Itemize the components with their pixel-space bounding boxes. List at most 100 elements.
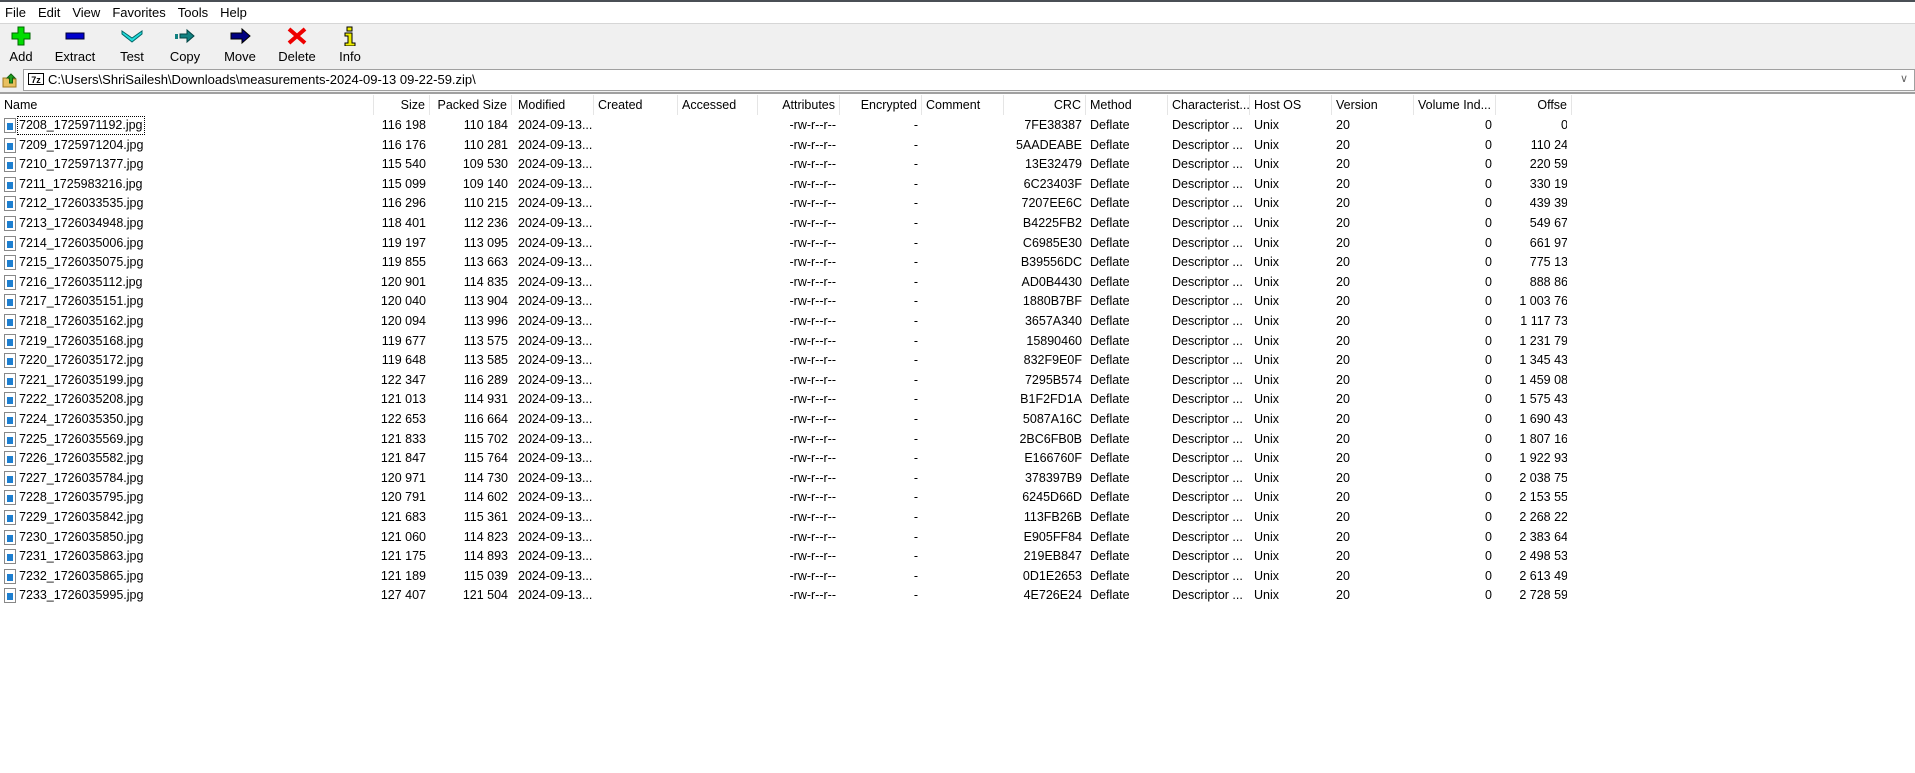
host-os-cell: Unix: [1254, 294, 1280, 309]
file-name: 7232_1726035865.jpg: [19, 568, 144, 583]
modified-cell: 2024-09-13...: [518, 529, 593, 544]
menu-tools[interactable]: Tools: [173, 2, 215, 23]
crc-cell: E166760F: [1024, 451, 1082, 466]
volume-index-cell: 0: [1485, 314, 1492, 328]
menu-file[interactable]: File: [0, 2, 33, 23]
file-row[interactable]: 7225_1726035569.jpg 121 833 115 702 2024-09…: [0, 430, 1567, 450]
size-cell: 121 013: [380, 392, 426, 407]
column-header-modified[interactable]: Modified: [514, 95, 594, 115]
characteristics-cell: Descriptor ...: [1172, 412, 1243, 426]
version-cell: 20: [1336, 372, 1350, 387]
packed-size-cell: 112 236: [463, 216, 508, 230]
delete-button[interactable]: Delete: [268, 24, 326, 68]
crc-cell: 6C23403F: [1023, 176, 1082, 191]
file-row[interactable]: 7220_1726035172.jpg 119 648 113 585 2024-09…: [0, 351, 1567, 371]
file-row[interactable]: 7209_1725971204.jpg 116 176 110 281 2024-09…: [0, 136, 1567, 156]
file-row[interactable]: 7219_1726035168.jpg 119 677 113 575 2024-09…: [0, 332, 1567, 352]
column-header-volume-ind[interactable]: Volume Ind...: [1414, 95, 1496, 115]
file-row[interactable]: 7214_1726035006.jpg 119 197 113 095 2024-09…: [0, 234, 1567, 254]
size-cell: 119 855: [381, 255, 426, 270]
size-cell: 119 648: [381, 353, 426, 368]
file-row[interactable]: 7216_1726035112.jpg 120 901 114 835 2024-09…: [0, 273, 1567, 293]
file-row[interactable]: 7230_1726035850.jpg 121 060 114 823 2024-09…: [0, 528, 1567, 548]
address-path[interactable]: C:\Users\ShriSailesh\Downloads\measureme…: [48, 72, 476, 87]
size-cell: 120 791: [380, 490, 426, 505]
version-cell: 20: [1336, 333, 1350, 348]
file-row[interactable]: 7226_1726035582.jpg 121 847 115 764 2024-09…: [0, 449, 1567, 469]
host-os-cell: Unix: [1254, 118, 1280, 132]
column-header-offset[interactable]: Offse: [1496, 95, 1572, 115]
encrypted-cell: -: [913, 176, 918, 191]
column-header-version[interactable]: Version: [1332, 95, 1414, 115]
menu-favorites[interactable]: Favorites: [107, 2, 172, 23]
host-os-cell: Unix: [1254, 588, 1280, 603]
version-cell: 20: [1336, 490, 1350, 505]
jpg-file-icon: [4, 549, 16, 565]
test-button[interactable]: Test: [108, 24, 156, 68]
column-header-attributes[interactable]: Attributes: [758, 95, 840, 115]
attributes-cell: -rw-r--r--: [789, 372, 837, 387]
extract-button[interactable]: Extract: [44, 24, 106, 68]
file-row[interactable]: 7210_1725971377.jpg 115 540 109 530 2024-09…: [0, 155, 1567, 175]
column-header-characteristics[interactable]: Characterist...: [1168, 95, 1250, 115]
encrypted-cell: -: [913, 314, 918, 328]
characteristics-cell: Descriptor ...: [1172, 137, 1243, 152]
file-row[interactable]: 7215_1726035075.jpg 119 855 113 663 2024-09…: [0, 253, 1567, 273]
column-header-name[interactable]: Name: [0, 95, 374, 115]
column-header-comment[interactable]: Comment: [922, 95, 1004, 115]
file-row[interactable]: 7228_1726035795.jpg 120 791 114 602 2024-09…: [0, 488, 1567, 508]
file-row[interactable]: 7213_1726034948.jpg 118 401 112 236 2024-09…: [0, 214, 1567, 234]
file-row[interactable]: 7231_1726035863.jpg 121 175 114 893 2024-09…: [0, 547, 1567, 567]
file-row[interactable]: 7218_1726035162.jpg 120 094 113 996 2024-09…: [0, 312, 1567, 332]
add-button[interactable]: Add: [0, 24, 42, 68]
file-row[interactable]: 7211_1725983216.jpg 115 099 109 140 2024-09…: [0, 175, 1567, 195]
column-header-crc[interactable]: CRC: [1004, 95, 1086, 115]
attributes-cell: -rw-r--r--: [789, 353, 837, 368]
characteristics-cell: Descriptor ...: [1172, 314, 1243, 328]
copy-button[interactable]: Copy: [158, 24, 212, 68]
file-row[interactable]: 7233_1726035995.jpg 127 407 121 504 2024-09…: [0, 586, 1567, 606]
column-header-packed-size[interactable]: Packed Size: [430, 95, 512, 115]
method-cell: Deflate: [1090, 274, 1130, 289]
name-cell: 7219_1726035168.jpg: [0, 332, 374, 352]
move-button[interactable]: Move: [214, 24, 266, 68]
address-bar[interactable]: 7z C:\Users\ShriSailesh\Downloads\measur…: [23, 69, 1915, 91]
column-header-encrypted[interactable]: Encrypted: [840, 95, 922, 115]
file-row[interactable]: 7232_1726035865.jpg 121 189 115 039 2024-09…: [0, 567, 1567, 587]
name-cell: 7230_1726035850.jpg: [0, 528, 374, 548]
packed-size-cell: 109 530: [462, 157, 508, 172]
offset-cell: 110 24: [1530, 137, 1567, 152]
size-cell: 121 833: [380, 431, 426, 446]
offset-cell: 220 59: [1529, 157, 1567, 172]
file-row[interactable]: 7217_1726035151.jpg 120 040 113 904 2024-09…: [0, 292, 1567, 312]
file-row[interactable]: 7221_1726035199.jpg 122 347 116 289 2024-09…: [0, 371, 1567, 391]
file-row[interactable]: 7222_1726035208.jpg 121 013 114 931 2024-09…: [0, 390, 1567, 410]
test-label: Test: [120, 49, 144, 64]
info-button[interactable]: Info: [328, 24, 372, 68]
menu-edit[interactable]: Edit: [33, 2, 67, 23]
column-header-method[interactable]: Method: [1086, 95, 1168, 115]
menu-help[interactable]: Help: [215, 2, 254, 23]
modified-cell: 2024-09-13...: [518, 137, 593, 152]
file-name: 7227_1726035784.jpg: [19, 470, 144, 485]
characteristics-cell: Descriptor ...: [1172, 216, 1243, 230]
file-row[interactable]: 7208_1725971192.jpg 116 198 110 184 2024-09…: [0, 116, 1567, 136]
folder-up-icon[interactable]: [2, 72, 18, 88]
column-header-size[interactable]: Size: [374, 95, 430, 115]
chevron-down-icon[interactable]: ∨: [1900, 72, 1908, 85]
column-header-created[interactable]: Created: [594, 95, 678, 115]
volume-index-cell: 0: [1485, 510, 1492, 524]
column-header-host-os[interactable]: Host OS: [1250, 95, 1332, 115]
file-row[interactable]: 7227_1726035784.jpg 120 971 114 730 2024-09…: [0, 469, 1567, 489]
file-row[interactable]: 7229_1726035842.jpg 121 683 115 361 2024-09…: [0, 508, 1567, 528]
file-row[interactable]: 7224_1726035350.jpg 122 653 116 664 2024-09…: [0, 410, 1567, 430]
packed-size-cell: 115 039: [463, 568, 508, 583]
file-row[interactable]: 7212_1726033535.jpg 116 296 110 215 2024-09…: [0, 194, 1567, 214]
column-header-accessed[interactable]: Accessed: [678, 95, 758, 115]
method-cell: Deflate: [1090, 529, 1130, 544]
characteristics-cell: Descriptor ...: [1172, 235, 1243, 250]
name-cell: 7233_1726035995.jpg: [0, 586, 374, 606]
minus-icon: [65, 32, 85, 40]
attributes-cell: -rw-r--r--: [789, 294, 837, 309]
menu-view[interactable]: View: [67, 2, 107, 23]
